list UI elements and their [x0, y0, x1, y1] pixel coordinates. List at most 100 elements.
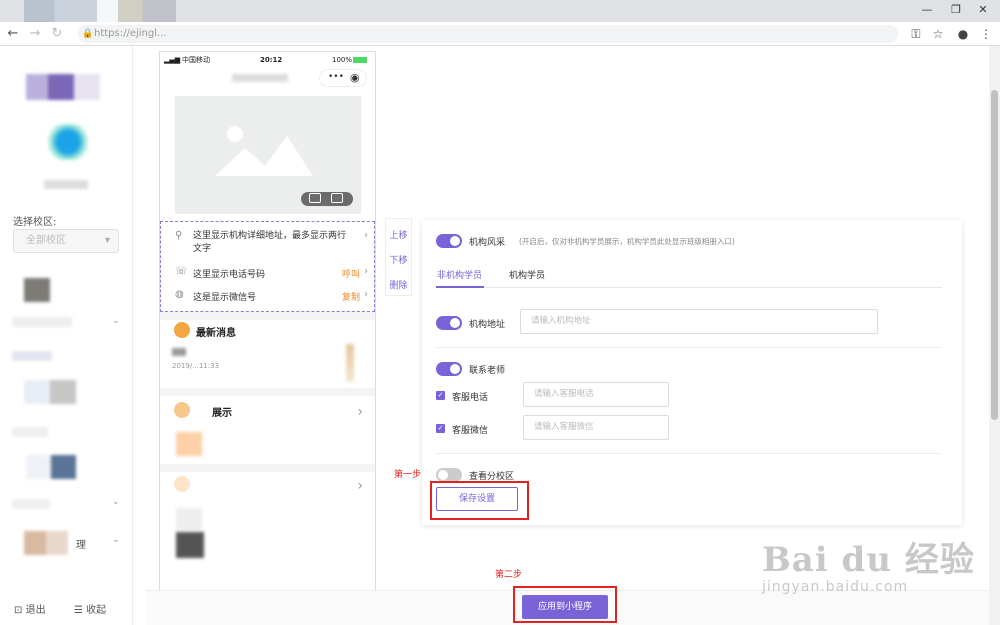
- browser-tab[interactable]: [24, 0, 176, 22]
- url-field[interactable]: 🔒 https://ejingl...: [78, 25, 898, 43]
- profile-icon[interactable]: ●: [955, 26, 971, 42]
- show-title: 展示: [212, 408, 232, 419]
- school-avatar: [48, 124, 88, 160]
- campus-select-value: 全部校区: [26, 235, 66, 246]
- branch-toggle[interactable]: [436, 468, 462, 482]
- chevron-down-icon: ▾: [104, 235, 110, 246]
- section-gap: [160, 464, 375, 472]
- menu-item-2[interactable]: [12, 317, 72, 327]
- logout-link[interactable]: ⊡ 退出: [14, 601, 46, 616]
- signal-icon: ▂▄▆: [164, 56, 181, 64]
- bookmark-star-icon[interactable]: ☆: [930, 26, 946, 42]
- battery-text: 100%: [332, 56, 353, 64]
- scrollbar-thumb[interactable]: [991, 90, 998, 420]
- news-icon: [174, 322, 190, 338]
- menu-item-5[interactable]: [12, 427, 48, 437]
- url-text: https://ejingl...: [94, 28, 167, 39]
- section-divider: [436, 453, 942, 454]
- address-input[interactable]: 请输入机构地址: [520, 309, 878, 334]
- chevron-right-icon: ›: [364, 266, 368, 277]
- contact-toggle[interactable]: [436, 362, 462, 376]
- reload-icon[interactable]: ↻: [48, 25, 66, 43]
- show-thumb: [176, 432, 202, 456]
- photo-icon: [309, 193, 321, 203]
- contact-info-block[interactable]: ⚲ 这里显示机构详细地址，最多显示两行文字 › ☏ 这里显示电话号码 呼叫 › …: [160, 221, 375, 312]
- chevron-right-icon: ›: [357, 404, 363, 420]
- menu-item-7[interactable]: [12, 499, 50, 509]
- status-time: 20:12: [260, 56, 283, 64]
- tab-active-indicator: [436, 286, 484, 288]
- close-icon[interactable]: ✕: [966, 0, 1000, 22]
- watermark-main: Bai du 经验: [762, 540, 975, 580]
- step1-highlight: [430, 481, 529, 520]
- miniprogram-capsule[interactable]: ••• ◉: [319, 69, 367, 87]
- show-icon: [174, 402, 190, 418]
- phone-input[interactable]: 请输入客服电话: [523, 382, 669, 407]
- campus-select[interactable]: 全部校区 ▾: [13, 229, 119, 253]
- banner-placeholder[interactable]: [175, 96, 361, 214]
- menu-item-manage-label: 理: [76, 540, 86, 551]
- info-phone: 这里显示电话号码: [193, 270, 266, 280]
- back-icon[interactable]: ←: [4, 25, 22, 43]
- menu-icon-4[interactable]: [24, 380, 76, 404]
- chevron-down-icon: ⌄: [112, 535, 120, 545]
- phone-preview: ▂▄▆ 中国移动 20:12 100% ••• ◉ ⚲ 这里显示机构详细地址，最…: [159, 51, 376, 591]
- chevron-right-icon: ›: [357, 478, 363, 494]
- chevron-down-icon: ⌄: [112, 497, 120, 507]
- chevron-down-icon: ⌄: [112, 316, 120, 326]
- collapse-link[interactable]: ☰ 收起: [74, 601, 106, 616]
- media-count-pill: [301, 192, 353, 206]
- address-toggle[interactable]: [436, 316, 462, 330]
- move-up-button[interactable]: 上移: [386, 228, 411, 241]
- more-dots-icon[interactable]: •••: [328, 69, 344, 85]
- menu-icon-6[interactable]: [26, 455, 76, 479]
- page-scrollbar[interactable]: [989, 46, 1000, 625]
- campus-label: 选择校区:: [13, 217, 57, 228]
- address-label: 机构地址: [469, 320, 506, 330]
- tab-member[interactable]: 机构学员: [509, 268, 545, 281]
- school-name: [44, 180, 88, 189]
- carrier-text: 中国移动: [182, 56, 210, 64]
- menu-icon-8[interactable]: [24, 531, 68, 555]
- news-title: 最新消息: [196, 328, 236, 339]
- logout-label: 退出: [25, 605, 46, 616]
- collapse-label: 收起: [86, 605, 107, 616]
- style-label: 机构风采: [469, 238, 506, 248]
- tabs-divider: [436, 287, 942, 288]
- delete-module-button[interactable]: 删除: [386, 278, 411, 291]
- section-divider: [436, 347, 942, 348]
- lock-icon: 🔒: [82, 29, 94, 39]
- news-date: 2019/...11:33: [172, 362, 220, 370]
- tab-non-member[interactable]: 非机构学员: [437, 268, 482, 281]
- browser-titlebar: — ❐ ✕: [0, 0, 1000, 22]
- info-address: 这里显示机构详细地址，最多显示两行文字: [193, 231, 347, 254]
- location-icon: ⚲: [175, 230, 183, 241]
- style-toggle[interactable]: [436, 234, 462, 248]
- forward-icon[interactable]: →: [26, 25, 44, 43]
- teacher-icon: [174, 476, 190, 492]
- wechat-input[interactable]: 请输入客服微信: [523, 415, 669, 440]
- collapse-icon: ☰: [74, 605, 83, 616]
- step2-label: 第二步: [495, 570, 523, 580]
- close-circle-icon[interactable]: ◉: [350, 70, 360, 86]
- phone-icon: ☏: [175, 266, 188, 277]
- wechat-label: 客服微信: [452, 426, 489, 436]
- phone-title: [232, 74, 288, 82]
- menu-item-3[interactable]: [12, 351, 52, 361]
- copy-action[interactable]: 复制: [342, 290, 360, 303]
- contact-label: 联系老师: [469, 366, 506, 376]
- menu-icon-1[interactable]: [24, 278, 50, 302]
- menu-icon[interactable]: ⋮: [978, 26, 994, 42]
- call-action[interactable]: 呼叫: [342, 267, 360, 280]
- news-item-title: [172, 348, 186, 356]
- phone-checkbox[interactable]: ✓: [436, 391, 445, 400]
- baidu-watermark: Bai du 经验 jingyan.baidu.com: [762, 532, 975, 595]
- move-down-button[interactable]: 下移: [386, 253, 411, 266]
- step2-highlight: [513, 586, 617, 623]
- settings-card: 机构风采 (开启后，仅对非机构学员展示，机构学员此处显示班级相册入口) 非机构学…: [422, 220, 962, 525]
- wechat-checkbox[interactable]: ✓: [436, 424, 445, 433]
- chevron-right-icon: ›: [364, 289, 368, 300]
- key-icon[interactable]: ⚿: [908, 26, 924, 42]
- phone-status-bar: ▂▄▆ 中国移动 20:12 100%: [160, 52, 375, 68]
- news-thumb: [346, 344, 354, 382]
